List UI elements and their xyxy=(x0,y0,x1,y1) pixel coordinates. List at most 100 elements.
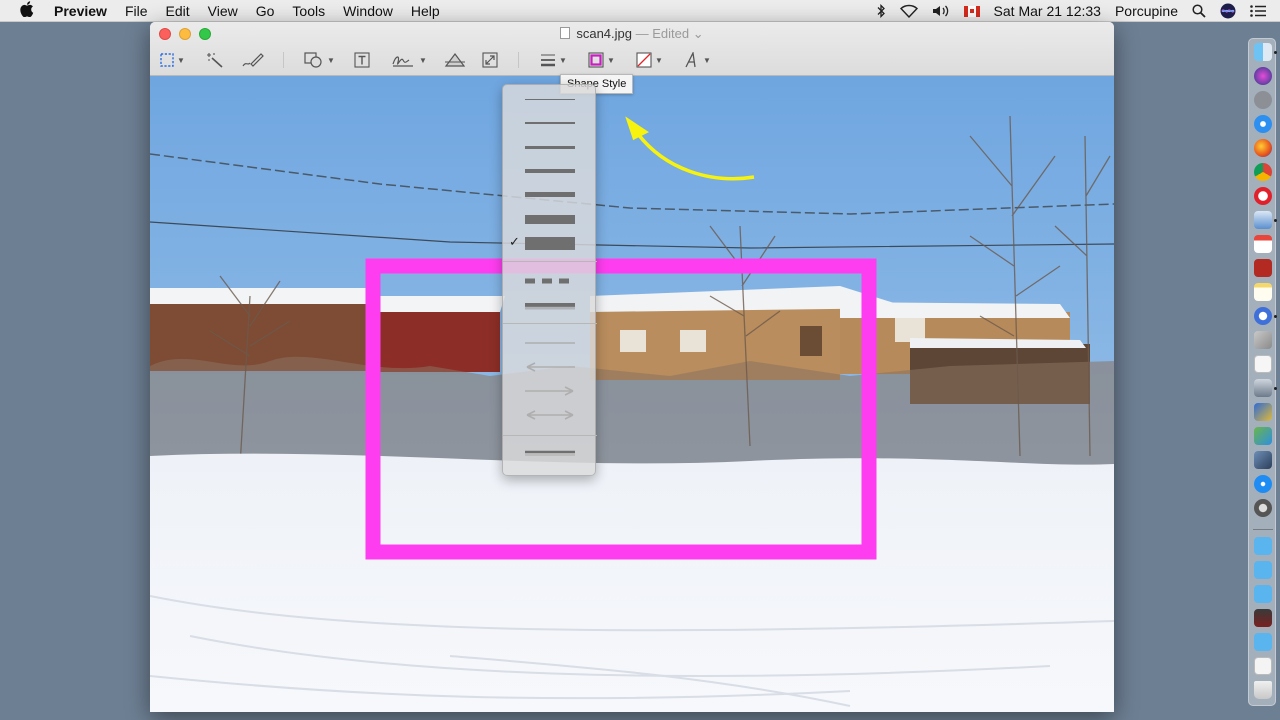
notes-icon[interactable] xyxy=(1254,283,1272,301)
iphoto-icon[interactable] xyxy=(1254,451,1272,469)
window-titlebar[interactable]: scan4.jpg — Edited ⌄ ▼ ▼ ▼ ▼ ▼ ▼ ▼ xyxy=(150,22,1114,76)
window-filename: scan4.jpg xyxy=(576,26,632,41)
menu-tools[interactable]: Tools xyxy=(283,0,334,22)
shape-style-popover: ✓ xyxy=(502,84,597,476)
shadow-option[interactable] xyxy=(503,443,597,463)
scanner-icon[interactable] xyxy=(1254,379,1272,397)
left-arrow-option[interactable] xyxy=(503,357,597,377)
chevron-down-icon: ▼ xyxy=(419,55,427,65)
line-weight-option[interactable] xyxy=(503,161,597,181)
menu-window[interactable]: Window xyxy=(334,0,402,22)
shape-style-button[interactable]: ▼ xyxy=(540,50,567,70)
folder-icon[interactable] xyxy=(1254,633,1272,651)
acrobat-icon[interactable] xyxy=(1254,259,1272,277)
menu-go[interactable]: Go xyxy=(247,0,284,22)
line-weight-option[interactable] xyxy=(503,185,597,205)
app-store-icon[interactable] xyxy=(1254,475,1272,493)
finder-icon[interactable] xyxy=(1254,43,1272,61)
double-arrow-option[interactable] xyxy=(503,405,597,425)
menu-preview[interactable]: Preview xyxy=(42,0,116,22)
border-color-button[interactable]: ▼ xyxy=(588,50,615,70)
line-weight-option[interactable] xyxy=(503,113,597,133)
chrome-icon[interactable] xyxy=(1254,163,1272,181)
instant-alpha-tool[interactable] xyxy=(206,50,224,70)
photo-booth-icon[interactable] xyxy=(1254,609,1272,627)
launchpad-rocket-icon[interactable] xyxy=(1254,91,1272,109)
adjust-color-tool[interactable] xyxy=(444,50,466,70)
textedit-icon[interactable] xyxy=(1254,355,1272,373)
pycharm-icon[interactable] xyxy=(1254,307,1272,325)
menubar-user[interactable]: Porcupine xyxy=(1115,3,1178,19)
line-weight-icon xyxy=(541,54,555,67)
menu-bar: Preview File Edit View Go Tools Window H… xyxy=(0,0,1280,22)
fill-color-button[interactable]: ▼ xyxy=(636,50,663,70)
shapes-tool[interactable]: ▼ xyxy=(304,50,335,70)
preview-app-icon[interactable] xyxy=(1254,211,1272,229)
bluetooth-icon[interactable] xyxy=(876,4,886,18)
opera-icon[interactable] xyxy=(1254,187,1272,205)
line-weight-option[interactable] xyxy=(503,137,597,157)
menu-divider xyxy=(503,261,597,262)
document-image[interactable] xyxy=(150,76,1114,712)
photos-icon[interactable] xyxy=(1254,331,1272,349)
menubar-clock[interactable]: Sat Mar 21 12:33 xyxy=(994,3,1101,19)
siri-icon[interactable] xyxy=(1254,67,1272,85)
apple-menu-icon[interactable] xyxy=(12,0,42,21)
shapes-icon xyxy=(304,52,322,68)
sign-tool[interactable]: ▼ xyxy=(392,50,427,70)
menu-help[interactable]: Help xyxy=(402,0,449,22)
adjust-size-icon xyxy=(482,52,498,68)
image-capture-icon[interactable] xyxy=(1254,427,1272,445)
sketch-pen-icon xyxy=(242,53,264,67)
rectangular-selection-tool[interactable]: ▼ xyxy=(160,50,185,70)
shadow-line-option[interactable] xyxy=(503,295,597,315)
text-tool[interactable] xyxy=(354,50,370,70)
markup-toolbar: ▼ ▼ ▼ ▼ ▼ ▼ ▼ xyxy=(150,48,1114,74)
right-arrow-option[interactable] xyxy=(503,381,597,401)
keynote-icon[interactable] xyxy=(1254,403,1272,421)
sketch-tool[interactable] xyxy=(242,50,264,70)
folder-icon[interactable] xyxy=(1254,537,1272,555)
spotlight-search-icon[interactable] xyxy=(1192,4,1206,18)
chevron-down-icon: ▼ xyxy=(607,55,615,65)
window-title[interactable]: scan4.jpg — Edited ⌄ xyxy=(150,26,1114,42)
siri-icon[interactable] xyxy=(1220,3,1236,19)
wifi-icon[interactable] xyxy=(899,4,918,18)
menu-divider xyxy=(503,323,597,324)
chevron-down-icon: ▼ xyxy=(655,55,663,65)
menu-view[interactable]: View xyxy=(199,0,247,22)
line-weight-option[interactable] xyxy=(503,209,597,229)
text-style-icon xyxy=(685,52,696,68)
plain-line-end-option[interactable] xyxy=(503,333,597,353)
calendar-icon[interactable] xyxy=(1254,235,1272,253)
selection-rectangle-icon xyxy=(160,53,174,67)
input-source-flag-icon[interactable] xyxy=(963,5,980,17)
text-style-button[interactable]: ▼ xyxy=(684,50,711,70)
trash-icon[interactable] xyxy=(1254,681,1272,699)
menu-edit[interactable]: Edit xyxy=(157,0,199,22)
notification-center-icon[interactable] xyxy=(1250,5,1266,17)
folder-icon[interactable] xyxy=(1254,561,1272,579)
running-indicator xyxy=(1274,51,1277,54)
menu-file[interactable]: File xyxy=(116,0,157,22)
dashed-line-option[interactable] xyxy=(503,271,597,291)
firefox-icon[interactable] xyxy=(1254,139,1272,157)
window-edited-status: — Edited xyxy=(635,26,690,41)
menu-divider xyxy=(503,435,597,436)
title-chevron-icon[interactable]: ⌄ xyxy=(693,26,704,41)
checkmark-icon: ✓ xyxy=(509,234,520,249)
toolbar-divider xyxy=(283,52,284,68)
folder-icon[interactable] xyxy=(1254,585,1272,603)
safari-compass-icon[interactable] xyxy=(1254,115,1272,133)
line-weight-option-selected[interactable]: ✓ xyxy=(503,233,597,253)
system-preferences-icon[interactable] xyxy=(1254,499,1272,517)
line-weight-option[interactable] xyxy=(503,89,597,109)
document-icon[interactable] xyxy=(1254,657,1272,675)
left-arrow-icon xyxy=(526,362,575,372)
document-proxy-icon[interactable] xyxy=(560,27,571,39)
text-box-icon xyxy=(354,52,370,68)
preview-window: scan4.jpg — Edited ⌄ ▼ ▼ ▼ ▼ ▼ ▼ ▼ xyxy=(150,22,1114,712)
volume-icon[interactable] xyxy=(932,4,950,18)
chevron-down-icon: ▼ xyxy=(559,55,567,65)
adjust-size-tool[interactable] xyxy=(482,50,498,70)
